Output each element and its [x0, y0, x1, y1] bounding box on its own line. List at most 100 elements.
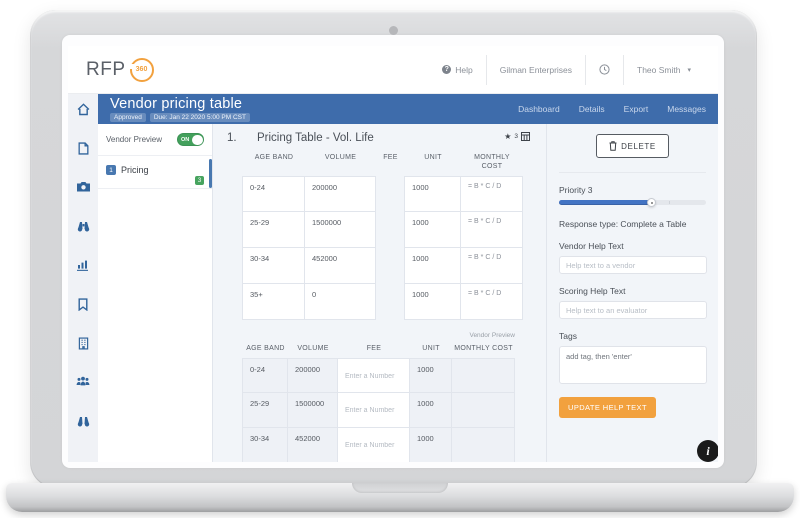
details-panel: DELETE Priority 3 Response type: Complet…: [546, 124, 718, 462]
scoring-help-label: Scoring Help Text: [559, 286, 626, 296]
cell-monthly-cost: [451, 358, 515, 393]
cell-volume: 200000: [304, 176, 376, 212]
cell-unit: 1000: [409, 428, 452, 462]
vendor-preview-toggle[interactable]: ON: [177, 133, 204, 146]
cell-age-band: 0-24: [242, 176, 305, 212]
col-header: MONTHLY COST: [454, 345, 513, 352]
table-rows: 0-24 200000 1000 = B * C / D 25-29 15000…: [242, 176, 546, 320]
cell-age-band: 0-24: [242, 358, 288, 393]
cell-unit: 1000: [404, 284, 461, 320]
col-header: UNIT: [422, 345, 440, 352]
cell-monthly-cost: = B * C / D: [460, 176, 523, 212]
cell-unit: 1000: [409, 393, 452, 428]
cell-monthly-cost: = B * C / D: [460, 212, 523, 248]
logo-360-ring-icon: 360: [128, 57, 154, 82]
fee-input[interactable]: [342, 363, 405, 389]
sidebar-item-pricing[interactable]: 1 Pricing 3: [98, 156, 212, 189]
fee-input[interactable]: [342, 397, 405, 423]
trash-icon: [609, 141, 617, 151]
laptop-mockup: RFP 360 ? Help Gilman Enterprises Theo S…: [0, 0, 800, 518]
vendor-help-input[interactable]: [559, 256, 707, 274]
binoculars-icon[interactable]: [77, 220, 90, 259]
col-header: AGE BAND: [246, 345, 285, 352]
cell-age-band: 30-34: [242, 248, 305, 284]
priority-slider-fill: [559, 200, 651, 205]
col-header: AGE BAND: [254, 154, 294, 161]
scoring-help-input[interactable]: [559, 301, 707, 319]
vendor-preview-table: AGE BAND VOLUME FEE UNIT MONTHLY COST 0-…: [242, 339, 546, 462]
icon-sidebar: [68, 94, 98, 462]
tags-label: Tags: [559, 331, 577, 341]
cell-unit: 1000: [404, 212, 461, 248]
priority-slider[interactable]: [559, 198, 706, 207]
update-help-text-button[interactable]: UPDATE HELP TEXT: [559, 397, 656, 418]
fee-input[interactable]: [342, 432, 405, 458]
logo-text: RFP: [86, 58, 126, 80]
clock-button[interactable]: [586, 64, 623, 75]
info-button[interactable]: i: [697, 440, 718, 462]
nav-export[interactable]: Export: [624, 104, 649, 114]
cell-fee: [337, 393, 410, 428]
star-icon[interactable]: ★: [504, 132, 511, 141]
col-header: VOLUME: [297, 345, 329, 352]
building-icon[interactable]: [78, 337, 89, 376]
nav-details[interactable]: Details: [579, 104, 605, 114]
top-bar: RFP 360 ? Help Gilman Enterprises Theo S…: [68, 46, 718, 94]
document-icon[interactable]: [78, 142, 89, 181]
cell-volume: 452000: [304, 248, 376, 284]
slider-tick: [669, 201, 671, 204]
nav-dashboard[interactable]: Dashboard: [518, 104, 560, 114]
cell-age-band: 35+: [242, 284, 305, 320]
camera-icon[interactable]: [76, 181, 90, 220]
section-number-badge: 1: [106, 165, 116, 175]
section-count-badge: 3: [195, 176, 204, 185]
company-name: Gilman Enterprises: [499, 64, 573, 75]
home-icon[interactable]: [77, 103, 90, 142]
delete-button[interactable]: DELETE: [596, 134, 669, 158]
chart-icon[interactable]: [77, 259, 89, 298]
bookmark-icon[interactable]: [78, 298, 88, 337]
help-label: Help: [455, 64, 473, 75]
table-icon[interactable]: [521, 132, 530, 141]
tags-input[interactable]: [559, 346, 707, 384]
question-number: 1.: [227, 132, 237, 144]
help-menu[interactable]: ? Help: [429, 65, 485, 75]
team-icon[interactable]: [76, 376, 90, 415]
nav-messages[interactable]: Messages: [667, 104, 706, 114]
cell-volume: 452000: [287, 428, 338, 462]
vendor-help-label: Vendor Help Text: [559, 241, 624, 251]
topbar-right: ? Help Gilman Enterprises Theo Smith ▾: [429, 54, 704, 85]
cell-volume: 200000: [287, 358, 338, 393]
cell-unit: 1000: [404, 248, 461, 284]
cell-monthly-cost: [451, 393, 515, 428]
clock-icon: [599, 64, 610, 75]
user-name: Theo Smith: [637, 64, 681, 75]
priority-slider-handle[interactable]: [647, 198, 657, 207]
cell-monthly-cost: = B * C / D: [460, 284, 523, 320]
user-menu[interactable]: Theo Smith ▾: [624, 65, 704, 75]
chevron-down-icon: ▾: [687, 66, 691, 74]
laptop-camera: [389, 26, 398, 35]
cell-fee: [337, 428, 410, 462]
laptop-base-notch: [352, 483, 448, 493]
scroll-indicator[interactable]: [209, 159, 212, 188]
company-menu[interactable]: Gilman Enterprises: [487, 65, 585, 75]
rfp360-logo[interactable]: RFP 360: [86, 57, 154, 82]
cell-age-band: 30-34: [242, 428, 288, 462]
app-screen: RFP 360 ? Help Gilman Enterprises Theo S…: [68, 46, 718, 462]
search-icon[interactable]: [77, 415, 90, 454]
cell-volume: 0: [304, 284, 376, 320]
table-rows: 0-24 200000 1000 25-29 1500000: [242, 358, 546, 462]
toggle-on-label: ON: [181, 136, 190, 143]
cell-volume: 1500000: [287, 393, 338, 428]
sections-panel: Vendor Preview ON 1 Pricing 3: [98, 124, 213, 462]
cell-unit: 1000: [409, 358, 452, 393]
cell-fee: [375, 176, 405, 212]
cell-fee: [375, 248, 405, 284]
priority-label: Priority 3: [559, 185, 593, 195]
cell-fee: [375, 212, 405, 248]
logo-badge: 360: [135, 66, 148, 73]
question-title: Pricing Table - Vol. Life: [257, 132, 374, 144]
section-label: Pricing: [121, 165, 149, 175]
pricing-table: AGE BAND VOLUME FEE UNIT MONTHLY COST 0-…: [242, 148, 546, 320]
